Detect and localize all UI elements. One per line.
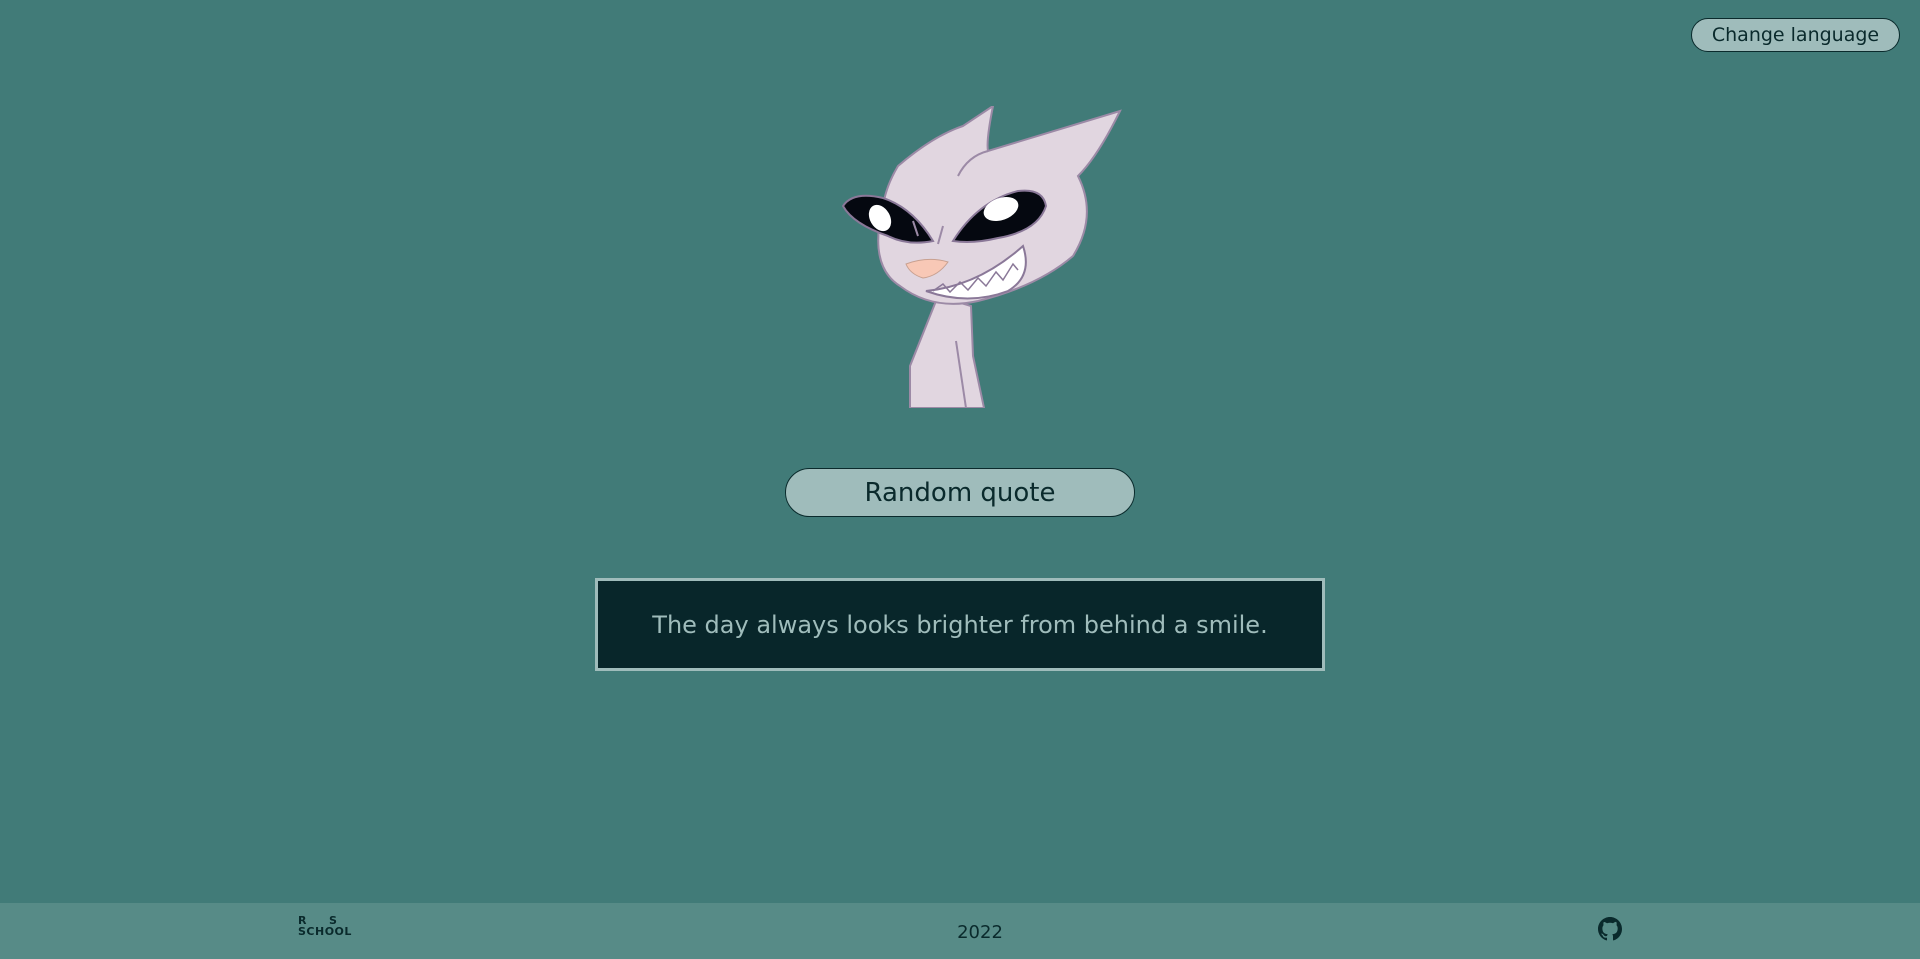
cat-illustration [841,106,1122,408]
logo-school: SCHOOL [298,925,352,938]
random-quote-button[interactable]: Random quote [785,468,1135,517]
github-icon[interactable] [1598,917,1622,941]
footer-year: 2022 [957,922,1003,943]
page: Change language Random quote The day alw… [0,0,1920,959]
change-language-button[interactable]: Change language [1691,18,1900,52]
rs-school-logo[interactable]: R S SCHOOL [298,915,364,943]
quote-box: The day always looks brighter from behin… [595,578,1325,671]
quote-text: The day always looks brighter from behin… [652,610,1268,639]
